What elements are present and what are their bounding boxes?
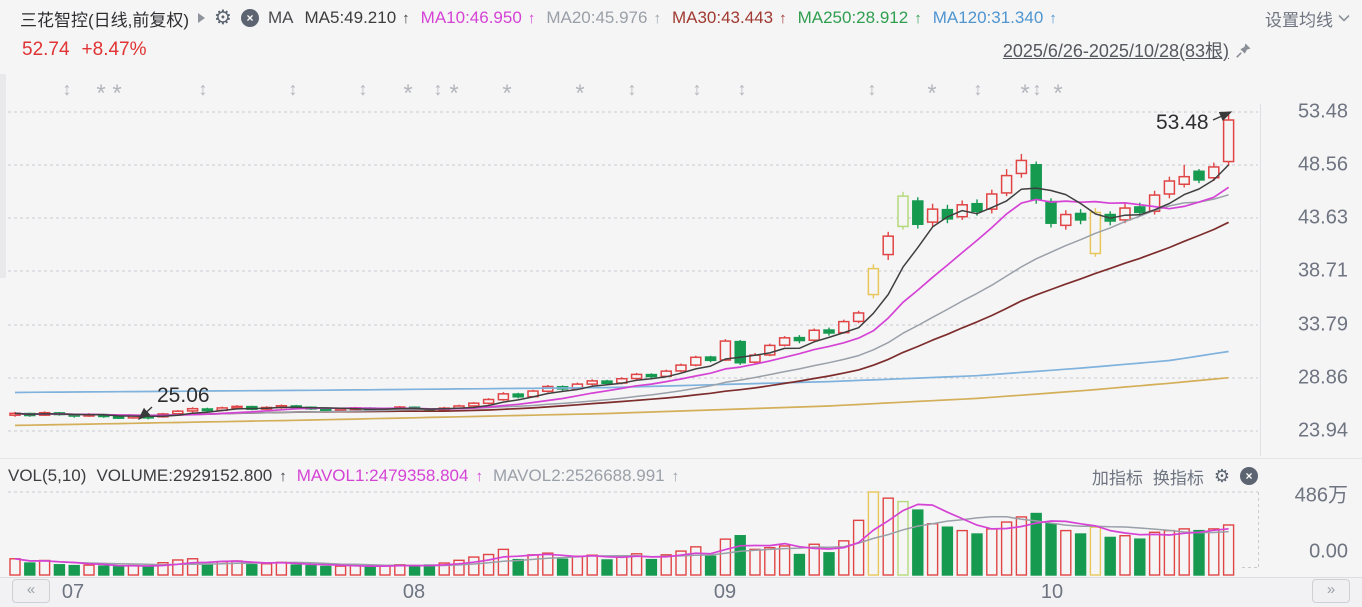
svg-text:*: * — [927, 80, 936, 107]
change-percent: +8.47% — [82, 39, 147, 61]
price-tick: 53.48 — [1268, 101, 1348, 124]
symbol-title[interactable]: 三花智控(日线,前复权) — [20, 6, 189, 31]
price-tick: 23.94 — [1268, 420, 1348, 443]
ma10-value: MA10:46.950 — [421, 8, 522, 28]
svg-text:*: * — [112, 80, 121, 107]
mavol2-up-arrow: ↑ — [672, 468, 680, 485]
switch-indicator-button[interactable]: 换指标 — [1153, 464, 1204, 489]
volume-up-arrow: ↑ — [279, 468, 287, 485]
svg-text:53.48: 53.48 — [1156, 111, 1209, 134]
price-tick: 38.71 — [1268, 260, 1348, 283]
ma20-value: MA20:45.976 — [546, 8, 647, 28]
candlestick-chart[interactable]: ↕**↕↕↕*↕***↕↕↕↕*↕*↕*25.0653.48 — [0, 0, 1362, 606]
svg-text:↕: ↕ — [1033, 79, 1042, 99]
mavol1-value: MAVOL1:2479358.804 — [297, 466, 469, 486]
ma30-up-arrow: ↑ — [779, 10, 787, 27]
svg-text:↕: ↕ — [974, 79, 983, 99]
price-tick: 43.63 — [1268, 207, 1348, 230]
month-label-08: 08 — [403, 581, 425, 604]
volume-tick: 0.00 — [1268, 541, 1348, 564]
ma120-value: MA120:31.340 — [933, 8, 1044, 28]
last-price: 52.74 — [22, 39, 70, 61]
volume-value: VOLUME:2929152.800 — [96, 466, 272, 486]
svg-text:*: * — [96, 80, 105, 107]
month-label-09: 09 — [714, 581, 736, 604]
ma-settings-label: 设置均线 — [1265, 6, 1333, 31]
scroll-right-button[interactable]: » — [1312, 579, 1350, 603]
svg-text:↕: ↕ — [628, 79, 637, 99]
price-tick: 28.86 — [1268, 367, 1348, 390]
svg-text:25.06: 25.06 — [157, 384, 210, 407]
svg-text:↕: ↕ — [359, 79, 368, 99]
ma5-value: MA5:49.210 — [304, 8, 396, 28]
gear-icon[interactable]: ⚙ — [214, 8, 232, 28]
time-axis-bar — [0, 577, 1362, 607]
svg-text:*: * — [403, 80, 412, 107]
add-indicator-button[interactable]: 加指标 — [1092, 464, 1143, 489]
svg-text:↕: ↕ — [868, 79, 877, 99]
ma-group-label: MA — [268, 8, 294, 28]
svg-text:*: * — [449, 80, 458, 107]
volume-header: VOL(5,10) VOLUME:2929152.800 ↑ MAVOL1:24… — [8, 464, 1258, 488]
scroll-left-button[interactable]: « — [12, 579, 50, 603]
price-tick: 33.79 — [1268, 314, 1348, 337]
volume-close-icon[interactable]: × — [1240, 467, 1258, 485]
svg-text:*: * — [502, 80, 511, 107]
chart-header: 三花智控(日线,前复权) ⚙ × MA MA5:49.210 ↑ MA10:46… — [20, 4, 1350, 32]
mavol2-value: MAVOL2:2526688.991 — [493, 466, 665, 486]
svg-text:↕: ↕ — [693, 79, 702, 99]
svg-text:↕: ↕ — [434, 79, 443, 99]
pin-icon[interactable] — [1235, 42, 1252, 59]
volume-gear-icon[interactable]: ⚙ — [1214, 466, 1230, 486]
price-tick: 48.56 — [1268, 154, 1348, 177]
svg-text:*: * — [1053, 80, 1062, 107]
svg-text:↕: ↕ — [199, 79, 208, 99]
ma20-up-arrow: ↑ — [653, 10, 661, 27]
ma250-up-arrow: ↑ — [914, 10, 922, 27]
svg-text:*: * — [1020, 80, 1029, 107]
ma30-value: MA30:43.443 — [672, 8, 773, 28]
price-row: 52.74 +8.47% 2025/6/26-2025/10/28(83根) — [22, 38, 1252, 62]
caret-right-icon[interactable] — [198, 13, 205, 23]
ma-settings-button[interactable]: 设置均线 — [1265, 6, 1350, 31]
ma120-up-arrow: ↑ — [1049, 10, 1057, 27]
ma250-value: MA250:28.912 — [798, 8, 909, 28]
mavol1-up-arrow: ↑ — [475, 468, 483, 485]
vol-indicator-label: VOL(5,10) — [8, 466, 86, 486]
ma5-up-arrow: ↑ — [402, 10, 410, 27]
month-label-10: 10 — [1041, 581, 1063, 604]
svg-text:*: * — [575, 80, 584, 107]
svg-text:↕: ↕ — [738, 79, 747, 99]
chevron-down-icon — [1338, 14, 1350, 22]
ma10-up-arrow: ↑ — [528, 10, 536, 27]
svg-text:↕: ↕ — [289, 79, 298, 99]
volume-tick: 486万 — [1268, 479, 1348, 508]
month-label-07: 07 — [62, 581, 84, 604]
close-icon[interactable]: × — [241, 9, 259, 27]
svg-text:↕: ↕ — [63, 79, 72, 99]
date-range[interactable]: 2025/6/26-2025/10/28(83根) — [1003, 37, 1229, 63]
